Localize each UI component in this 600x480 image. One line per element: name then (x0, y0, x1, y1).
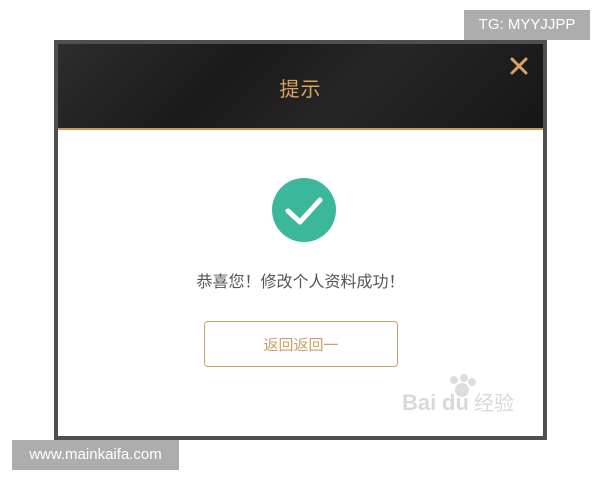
svg-text:经验: 经验 (474, 391, 514, 415)
close-button[interactable] (507, 54, 531, 78)
svg-text:du: du (442, 390, 469, 415)
screen: 提示 恭喜您！修改个人资料成功！ 返回返回一 Bai du 经验 TG: MYY… (0, 0, 600, 480)
back-button[interactable]: 返回返回一 (204, 321, 398, 367)
site-watermark: www.mainkaifa.com (12, 440, 179, 470)
tg-watermark: TG: MYYJJPP (464, 10, 590, 40)
svg-text:Bai: Bai (402, 390, 436, 415)
close-icon (510, 57, 528, 75)
dialog-header: 提示 (58, 44, 543, 130)
dialog-title: 提示 (279, 77, 322, 101)
success-check-icon (272, 178, 336, 242)
success-message: 恭喜您！修改个人资料成功！ (196, 272, 405, 291)
baidu-watermark-logo: Bai du 经验 (402, 374, 542, 426)
